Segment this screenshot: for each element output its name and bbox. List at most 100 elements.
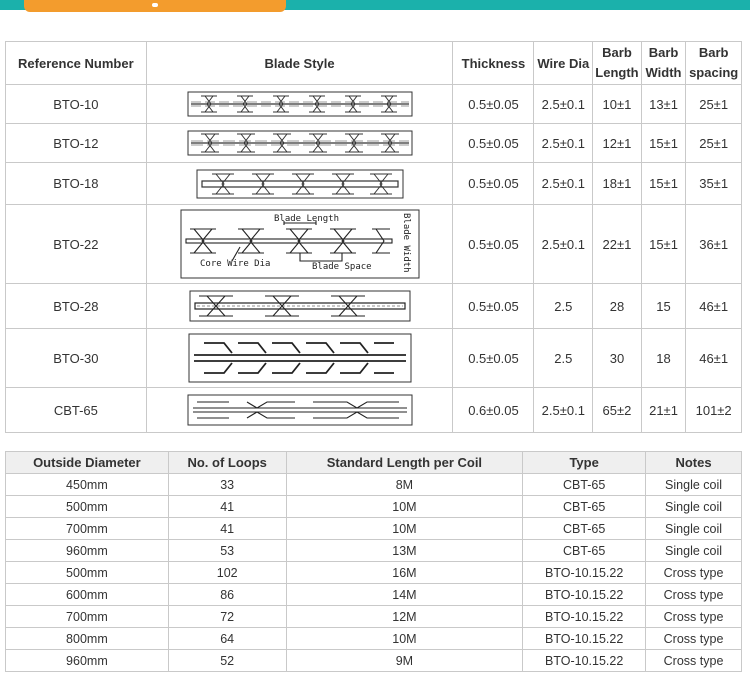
table-row: BTO-10 0.5±0.05 2.5±0.1 10±1 13±1 25±1 xyxy=(5,84,742,124)
table-row: 700mm 41 10M CBT-65 Single coil xyxy=(5,517,742,540)
label-blade-width: Blade Width xyxy=(401,213,411,273)
notes-cell: Cross type xyxy=(645,583,742,606)
barb-length-cell: 10±1 xyxy=(592,84,642,124)
table-row: BTO-22 Blade Length Core Wire Dia Blade … xyxy=(5,204,742,284)
label-core-wire-dia: Core Wire Dia xyxy=(200,259,270,269)
length-cell: 13M xyxy=(285,539,524,562)
barb-length-cell: 28 xyxy=(592,283,642,329)
type-cell: CBT-65 xyxy=(522,539,647,562)
table-row: 500mm 41 10M CBT-65 Single coil xyxy=(5,495,742,518)
table-row: BTO-30 0.5±0.05 2.5 30 18 46±1 xyxy=(5,328,742,388)
top-banner-tab xyxy=(24,0,286,12)
wire-dia-cell: 2.5 xyxy=(533,328,594,388)
blade-diagram-bto-30 xyxy=(188,333,412,383)
barb-length-cell: 65±2 xyxy=(592,387,642,433)
label-blade-space: Blade Space xyxy=(312,262,372,272)
length-cell: 16M xyxy=(285,561,524,584)
loops-cell: 64 xyxy=(167,627,287,650)
diameter-cell: 960mm xyxy=(5,539,169,562)
blade-diagram-bto-18 xyxy=(196,169,404,198)
blade-diagram-bto-10 xyxy=(187,91,413,117)
diameter-cell: 500mm xyxy=(5,561,169,584)
table-row: BTO-28 0.5±0.05 2.5 28 15 46±1 xyxy=(5,283,742,329)
type-cell: CBT-65 xyxy=(522,495,647,518)
barb-length-cell: 30 xyxy=(592,328,642,388)
table-row: 800mm 64 10M BTO-10.15.22 Cross type xyxy=(5,627,742,650)
table-row: BTO-18 0.5±0.05 2.5±0.1 18±1 15±1 35±1 xyxy=(5,162,742,205)
barb-spacing-cell: 25±1 xyxy=(685,84,742,124)
barb-spacing-cell: 35±1 xyxy=(685,162,742,205)
header-no-of-loops: No. of Loops xyxy=(167,451,287,474)
barb-length-cell: 18±1 xyxy=(592,162,642,205)
table-row: BTO-12 0.5±0.05 2.5±0.1 12±1 15±1 25±1 xyxy=(5,123,742,163)
loops-cell: 52 xyxy=(167,649,287,672)
coil-header-row: Outside Diameter No. of Loops Standard L… xyxy=(5,451,742,474)
barb-spacing-cell: 25±1 xyxy=(685,123,742,163)
blade-diagram-bto-12 xyxy=(187,130,413,156)
blade-style-cell: Blade Length Core Wire Dia Blade Space B… xyxy=(145,204,454,284)
thickness-cell: 0.5±0.05 xyxy=(452,123,535,163)
notes-cell: Single coil xyxy=(645,517,742,540)
type-cell: BTO-10.15.22 xyxy=(522,649,647,672)
barb-width-cell: 15±1 xyxy=(640,204,687,284)
loops-cell: 86 xyxy=(167,583,287,606)
thickness-cell: 0.5±0.05 xyxy=(452,84,535,124)
blade-diagram-bto-22: Blade Length Core Wire Dia Blade Space B… xyxy=(180,209,420,279)
notes-cell: Single coil xyxy=(645,539,742,562)
diameter-cell: 450mm xyxy=(5,473,169,496)
type-cell: BTO-10.15.22 xyxy=(522,627,647,650)
barb-width-cell: 15±1 xyxy=(640,123,687,163)
header-thickness: Thickness xyxy=(452,41,535,85)
tab-marker xyxy=(152,3,158,7)
notes-cell: Single coil xyxy=(645,473,742,496)
length-cell: 8M xyxy=(285,473,524,496)
header-standard-length: Standard Length per Coil xyxy=(285,451,524,474)
diameter-cell: 500mm xyxy=(5,495,169,518)
blade-diagram-cbt-65 xyxy=(187,394,413,426)
length-cell: 12M xyxy=(285,605,524,628)
thickness-cell: 0.5±0.05 xyxy=(452,328,535,388)
loops-cell: 53 xyxy=(167,539,287,562)
length-cell: 10M xyxy=(285,495,524,518)
barb-width-cell: 15 xyxy=(640,283,687,329)
notes-cell: Cross type xyxy=(645,627,742,650)
specs-header-row: Reference Number Blade Style Thickness W… xyxy=(5,41,742,85)
reference-cell: BTO-12 xyxy=(5,123,147,163)
header-blade-style: Blade Style xyxy=(145,41,454,85)
thickness-cell: 0.5±0.05 xyxy=(452,204,535,284)
reference-cell: BTO-28 xyxy=(5,283,147,329)
wire-dia-cell: 2.5±0.1 xyxy=(533,204,594,284)
header-type: Type xyxy=(522,451,647,474)
barb-spacing-cell: 36±1 xyxy=(685,204,742,284)
reference-cell: BTO-22 xyxy=(5,204,147,284)
header-barb-length: Barb Length xyxy=(592,41,642,85)
notes-cell: Cross type xyxy=(645,649,742,672)
header-barb-width: Barb Width xyxy=(640,41,687,85)
notes-cell: Single coil xyxy=(645,495,742,518)
table-row: 960mm 52 9M BTO-10.15.22 Cross type xyxy=(5,649,742,672)
barb-spacing-cell: 46±1 xyxy=(685,283,742,329)
type-cell: BTO-10.15.22 xyxy=(522,561,647,584)
type-cell: BTO-10.15.22 xyxy=(522,605,647,628)
header-reference-number: Reference Number xyxy=(5,41,147,85)
blade-style-cell xyxy=(145,123,454,163)
blade-style-cell xyxy=(145,162,454,205)
header-outside-diameter: Outside Diameter xyxy=(5,451,169,474)
loops-cell: 33 xyxy=(167,473,287,496)
header-wire-dia: Wire Dia xyxy=(533,41,594,85)
barb-width-cell: 18 xyxy=(640,328,687,388)
barb-length-cell: 22±1 xyxy=(592,204,642,284)
notes-cell: Cross type xyxy=(645,605,742,628)
diameter-cell: 960mm xyxy=(5,649,169,672)
blade-specs-table: Reference Number Blade Style Thickness W… xyxy=(5,41,742,433)
loops-cell: 72 xyxy=(167,605,287,628)
wire-dia-cell: 2.5±0.1 xyxy=(533,123,594,163)
wire-dia-cell: 2.5±0.1 xyxy=(533,387,594,433)
coil-specs-table: Outside Diameter No. of Loops Standard L… xyxy=(5,451,742,672)
type-cell: CBT-65 xyxy=(522,517,647,540)
wire-dia-cell: 2.5 xyxy=(533,283,594,329)
barb-width-cell: 21±1 xyxy=(640,387,687,433)
loops-cell: 102 xyxy=(167,561,287,584)
diameter-cell: 700mm xyxy=(5,517,169,540)
length-cell: 9M xyxy=(285,649,524,672)
